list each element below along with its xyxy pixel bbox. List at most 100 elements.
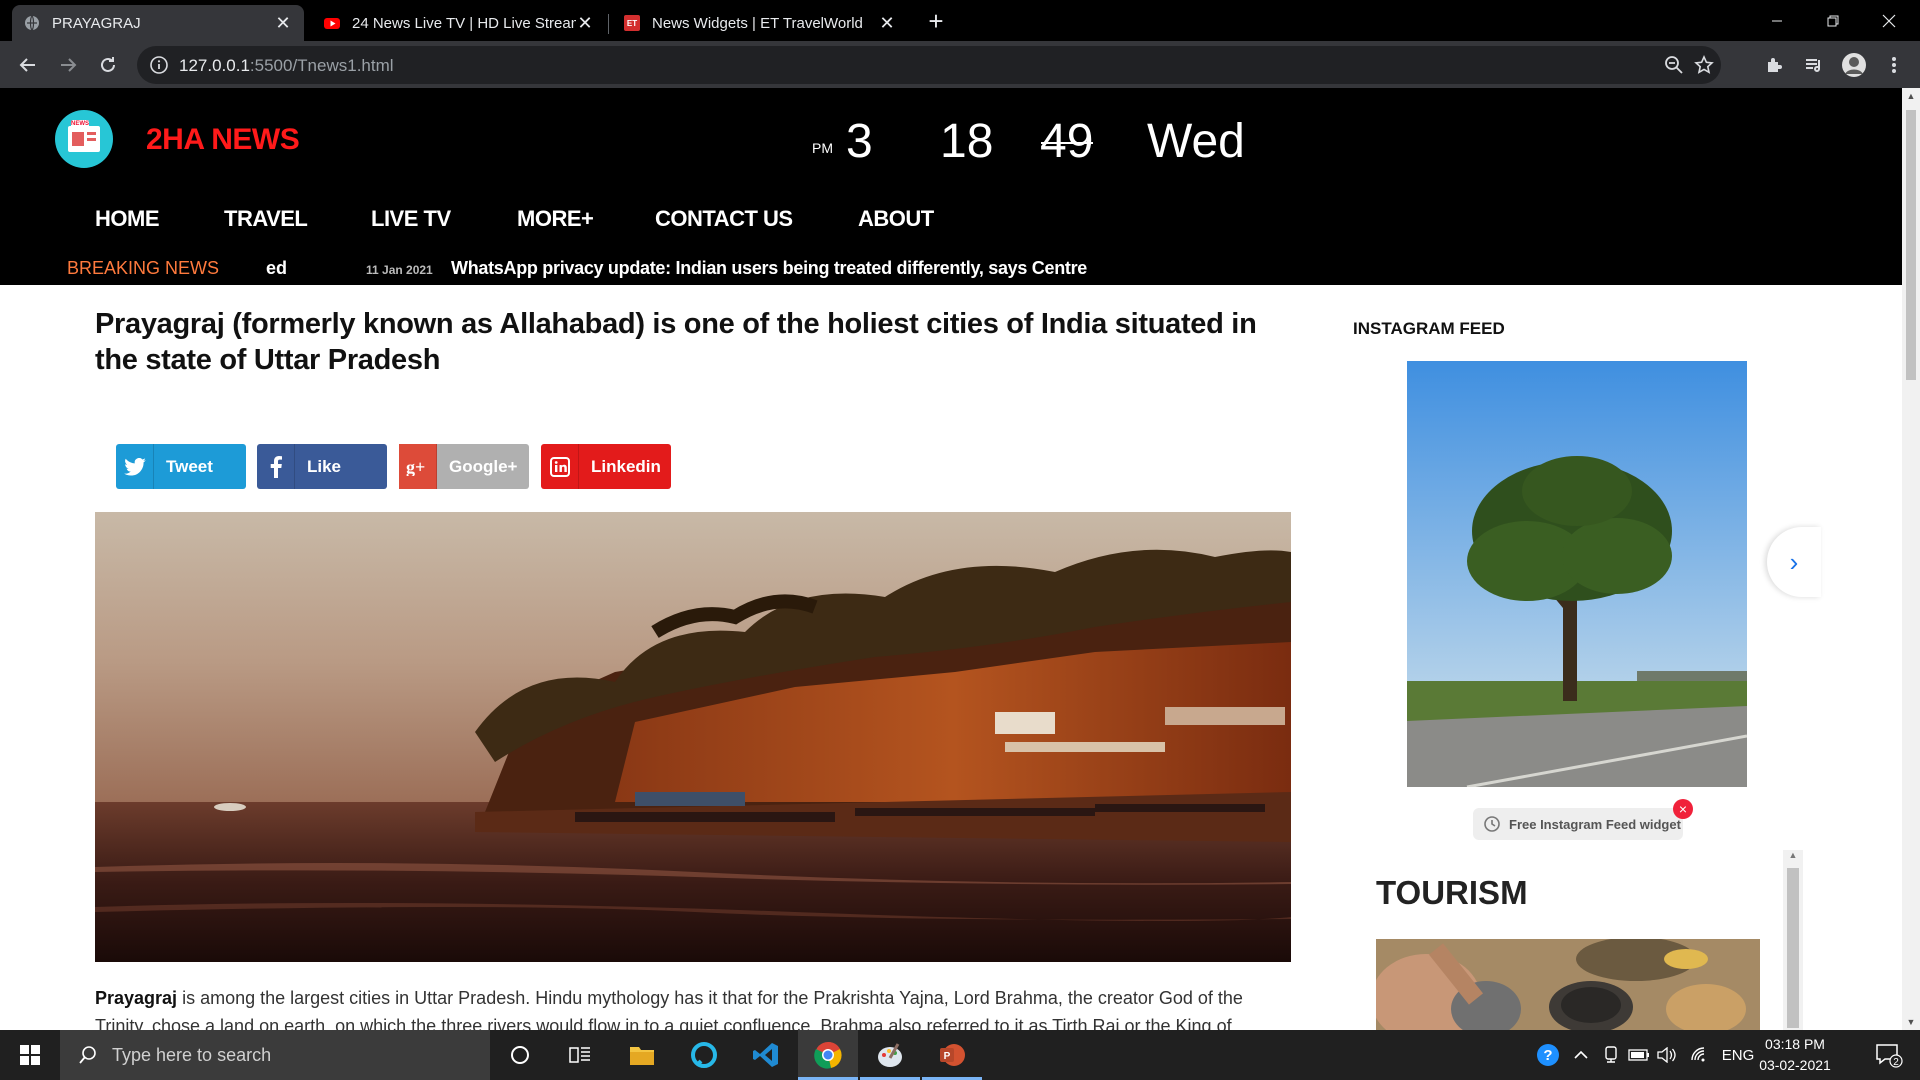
notifications-icon[interactable]: 2 <box>1864 1030 1914 1080</box>
twitter-icon <box>116 444 154 489</box>
svg-text:?: ? <box>1543 1047 1552 1064</box>
search-icon <box>79 1046 96 1064</box>
chrome-menu-icon[interactable] <box>1878 49 1910 81</box>
linkedin-label: Linkedin <box>591 456 661 476</box>
hero-image-prayagraj-fort <box>95 512 1291 962</box>
history-icon <box>1484 816 1500 832</box>
taskbar: Type here to search P ? ENG 03:18 PM 03-… <box>0 1030 1920 1080</box>
new-tab-button[interactable]: + <box>922 8 950 36</box>
chrome-taskbar-icon[interactable] <box>798 1030 858 1080</box>
nav-more[interactable]: MORE+ <box>517 206 594 232</box>
tourism-photo-spices[interactable] <box>1376 939 1760 1030</box>
alexa-icon[interactable] <box>674 1030 734 1080</box>
clock-day: Wed <box>1147 115 1245 168</box>
bookmark-star-icon[interactable] <box>1694 55 1714 75</box>
extensions-icon[interactable] <box>1758 49 1790 81</box>
google-plus-button[interactable]: g+ Google+ <box>399 444 529 489</box>
scroll-down-icon[interactable]: ▼ <box>1902 1014 1920 1030</box>
tab-et-travelworld[interactable]: ET News Widgets | ET TravelWorld ✕ <box>612 5 908 41</box>
site-logo[interactable]: NEWS <box>55 110 113 168</box>
vscode-icon[interactable] <box>736 1030 796 1080</box>
globe-icon <box>25 15 39 31</box>
ticker-fragment[interactable]: ed <box>266 258 287 279</box>
widget-close-icon[interactable]: × <box>1673 799 1693 819</box>
file-explorer-icon[interactable] <box>612 1030 672 1080</box>
instagram-feed-heading: INSTAGRAM FEED <box>1353 319 1505 338</box>
site-header: NEWS 2HA NEWS PM 3 18 49 Wed HOME TRAVEL… <box>0 88 1902 285</box>
tourism-heading: TOURISM <box>1376 874 1528 911</box>
taskbar-time: 03:18 PM <box>1765 1036 1825 1052</box>
linkedin-icon <box>541 444 579 489</box>
instagram-photo-tree[interactable] <box>1407 361 1747 787</box>
back-icon[interactable] <box>12 49 44 81</box>
article-body-lead: Prayagraj <box>95 988 178 1008</box>
url-host: 127.0.0.1 <box>179 56 250 75</box>
search-placeholder: Type here to search <box>112 1044 272 1065</box>
url-path: :5500/Tnews1.html <box>249 56 394 75</box>
tab-title: 24 News Live TV | HD Live Stream <box>352 14 576 32</box>
media-control-icon[interactable] <box>1798 49 1830 81</box>
address-bar[interactable]: 127.0.0.1:5500/Tnews1.html <box>137 46 1721 84</box>
tab-separator <box>608 14 609 34</box>
tab-title: News Widgets | ET TravelWorld <box>652 14 863 32</box>
instagram-next-chevron-icon[interactable]: › <box>1767 527 1821 597</box>
tab-title: PRAYAGRAJ <box>52 14 141 32</box>
tab-24-news[interactable]: 24 News Live TV | HD Live Stream ✕ <box>312 5 606 41</box>
tweet-button[interactable]: Tweet <box>116 444 246 489</box>
facebook-like-button[interactable]: Like <box>257 444 387 489</box>
clock-minute: 18 <box>940 115 994 168</box>
task-view-icon[interactable] <box>550 1030 610 1080</box>
instagram-widget-credit[interactable]: Free Instagram Feed widget <box>1473 808 1683 840</box>
google-plus-label: Google+ <box>449 456 518 476</box>
article-body-text: is among the largest cities in Uttar Pra… <box>95 988 1243 1030</box>
breaking-news-label: BREAKING NEWS <box>67 258 220 278</box>
powerpoint-icon[interactable]: P <box>922 1030 982 1080</box>
taskbar-clock[interactable]: 03:18 PM 03-02-2021 <box>1740 1034 1850 1076</box>
restore-icon[interactable] <box>1810 0 1856 41</box>
tab-prayagraj[interactable]: PRAYAGRAJ ✕ <box>12 5 304 41</box>
nav-live-tv[interactable]: LIVE TV <box>371 206 451 232</box>
profile-avatar[interactable] <box>1838 49 1870 81</box>
newspaper-icon: NEWS <box>68 120 100 152</box>
taskbar-date: 03-02-2021 <box>1759 1057 1831 1073</box>
nav-about[interactable]: ABOUT <box>858 206 934 232</box>
volume-icon[interactable] <box>1654 1030 1680 1080</box>
tab-close-icon[interactable]: ✕ <box>576 13 594 34</box>
breaking-news-ticker: BREAKING NEWS ed 11 Jan 2021 WhatsApp pr… <box>0 256 1902 282</box>
scroll-up-icon[interactable]: ▲ <box>1783 850 1803 864</box>
scrollbar-thumb[interactable] <box>1906 110 1916 380</box>
tab-close-icon[interactable]: ✕ <box>878 13 896 34</box>
device-icon[interactable] <box>1598 1030 1624 1080</box>
battery-icon[interactable] <box>1626 1030 1652 1080</box>
article-title: Prayagraj (formerly known as Allahabad) … <box>95 308 1257 376</box>
scroll-up-icon[interactable]: ▲ <box>1902 88 1920 104</box>
scrollbar-thumb[interactable] <box>1787 868 1799 1028</box>
ticker-headline[interactable]: WhatsApp privacy update: Indian users be… <box>451 258 1087 279</box>
zoom-icon[interactable] <box>1664 55 1684 75</box>
notification-count: 2 <box>1893 1057 1899 1068</box>
page-scrollbar[interactable]: ▲ ▼ <box>1902 88 1920 1030</box>
windows-start-icon[interactable] <box>0 1030 60 1080</box>
clock-second-divider <box>1041 142 1093 144</box>
wifi-icon[interactable] <box>1686 1030 1714 1080</box>
close-window-icon[interactable] <box>1866 0 1912 41</box>
site-name[interactable]: 2HA NEWS <box>146 123 300 157</box>
forward-icon[interactable] <box>52 49 84 81</box>
tab-strip: PRAYAGRAJ ✕ 24 News Live TV | HD Live St… <box>0 0 1920 41</box>
tourism-scrollbar[interactable]: ▲ <box>1783 850 1803 1030</box>
like-label: Like <box>307 456 342 476</box>
paint-icon[interactable] <box>860 1030 920 1080</box>
nav-contact-us[interactable]: CONTACT US <box>655 206 793 232</box>
tab-close-icon[interactable]: ✕ <box>274 13 292 34</box>
taskbar-search[interactable]: Type here to search <box>60 1030 490 1080</box>
minimize-icon[interactable] <box>1754 0 1800 41</box>
nav-home[interactable]: HOME <box>95 206 160 232</box>
chevron-up-icon[interactable] <box>1568 1030 1594 1080</box>
svg-text:g+: g+ <box>406 458 425 476</box>
cortana-icon[interactable] <box>490 1030 550 1080</box>
help-icon[interactable]: ? <box>1530 1030 1566 1080</box>
reload-icon[interactable] <box>92 49 124 81</box>
nav-travel[interactable]: TRAVEL <box>224 206 308 232</box>
site-info-icon[interactable] <box>149 55 169 75</box>
linkedin-button[interactable]: Linkedin <box>541 444 671 489</box>
